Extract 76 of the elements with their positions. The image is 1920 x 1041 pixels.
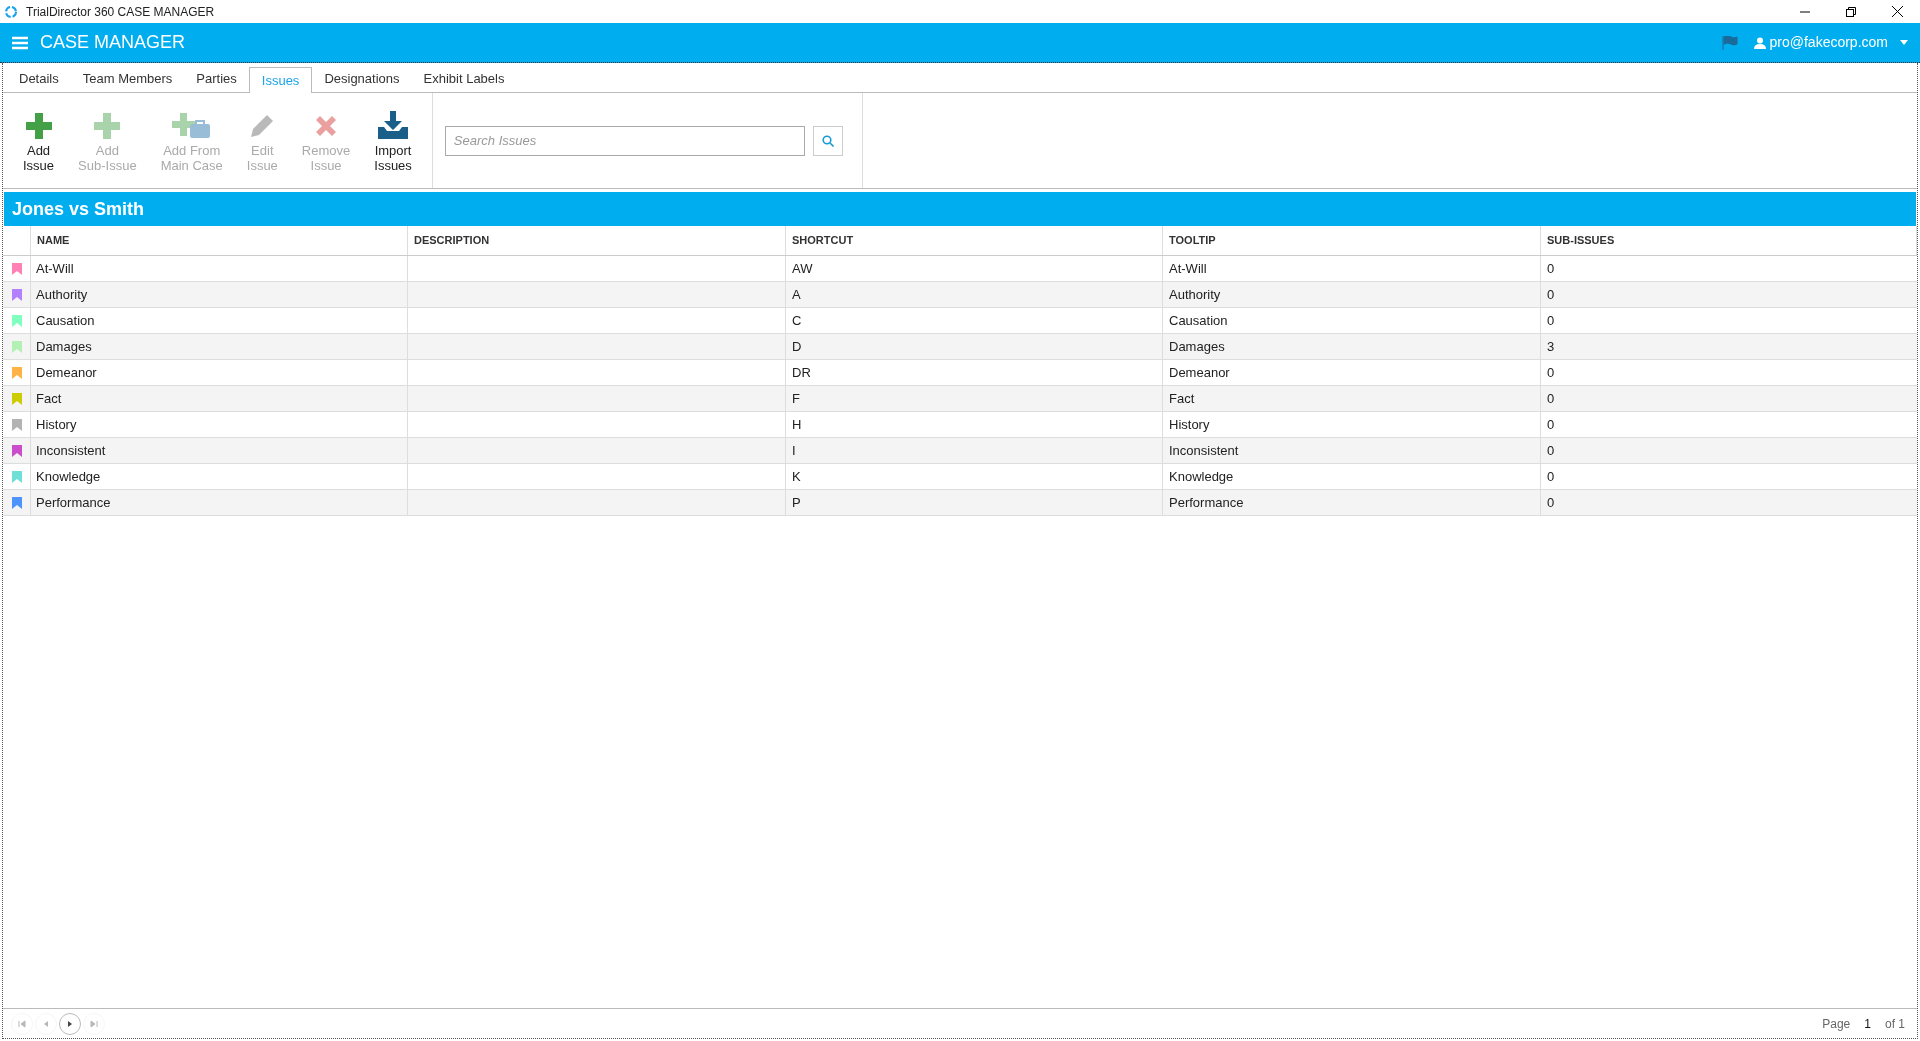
table-cell-text: Damages xyxy=(36,337,92,356)
user-icon xyxy=(1753,36,1766,49)
table-cell-text: Damages xyxy=(1169,337,1225,356)
table-cell-text: K xyxy=(792,467,801,486)
table-cell-text: 0 xyxy=(1547,259,1555,278)
table-cell-text: History xyxy=(1169,415,1210,434)
column-header[interactable]: NAME xyxy=(37,232,70,249)
app-logo-icon xyxy=(4,4,18,19)
plus-icon xyxy=(92,110,123,141)
plus-briefcase-icon xyxy=(171,110,212,141)
table-cell-text: DR xyxy=(792,363,811,382)
table-cell-text: A xyxy=(792,285,801,304)
column-header[interactable]: SHORTCUT xyxy=(792,232,854,249)
table-cell-text: Knowledge xyxy=(1169,467,1234,486)
table-cell-text: 0 xyxy=(1547,285,1555,304)
table-cell-text: I xyxy=(792,441,796,460)
table-cell-text: D xyxy=(792,337,802,356)
case-title: Jones vs Smith xyxy=(12,197,145,221)
download-icon xyxy=(377,110,410,141)
table-cell-text: Causation xyxy=(36,311,95,330)
table-cell-text: Demeanor xyxy=(1169,363,1230,382)
toolbar-button[interactable]: Add Issue xyxy=(11,104,67,177)
tab[interactable]: Exhibit Labels xyxy=(411,66,517,92)
table-cell-text: Demeanor xyxy=(36,363,97,382)
skip-forward-icon xyxy=(90,1019,98,1028)
table-cell-text: Authority xyxy=(1169,285,1221,304)
table-cell-text: Authority xyxy=(36,285,88,304)
app-title: CASE MANAGER xyxy=(40,31,186,54)
tab[interactable]: Parties xyxy=(184,66,249,92)
toolbar-button[interactable]: Import Issues xyxy=(362,104,424,177)
table-cell-text: At-Will xyxy=(36,259,74,278)
search-button[interactable] xyxy=(812,125,843,156)
triangle-right-icon xyxy=(66,1019,74,1028)
tab[interactable]: Team Members xyxy=(70,66,185,92)
table-cell-text: 0 xyxy=(1547,389,1555,408)
table-cell-text: Inconsistent xyxy=(1169,441,1239,460)
tab[interactable]: Designations xyxy=(312,66,412,92)
menu-icon[interactable] xyxy=(12,35,28,50)
table-cell-text: At-Will xyxy=(1169,259,1207,278)
table-cell-text: Causation xyxy=(1169,311,1228,330)
close-icon xyxy=(1891,6,1903,17)
table-cell-text: 0 xyxy=(1547,415,1555,434)
table-cell-text: 0 xyxy=(1547,311,1555,330)
search-icon xyxy=(821,134,834,147)
flag-icon[interactable] xyxy=(1721,35,1738,50)
column-header[interactable]: TOOLTIP xyxy=(1169,232,1216,249)
plus-icon xyxy=(23,110,54,141)
table-cell-text: 0 xyxy=(1547,441,1555,460)
caret-icon xyxy=(1900,40,1908,45)
table-cell-text: AW xyxy=(792,259,813,278)
table-cell-text: Fact xyxy=(36,389,62,408)
table-cell-text: Fact xyxy=(1169,389,1195,408)
search-field[interactable]: Search Issues xyxy=(444,125,805,156)
table-cell-text: 3 xyxy=(1547,337,1555,356)
tab[interactable]: Details xyxy=(7,66,71,92)
triangle-left-icon xyxy=(42,1019,50,1028)
column-header[interactable]: DESCRIPTION xyxy=(414,232,490,249)
table-cell-text: Performance xyxy=(36,493,111,512)
page-label: Page xyxy=(1822,1015,1851,1033)
table-cell-text: C xyxy=(792,311,802,330)
table-cell-text: Knowledge xyxy=(36,467,101,486)
table-cell-text: Inconsistent xyxy=(36,441,106,460)
table-cell-text: H xyxy=(792,415,802,434)
table-cell-text: Performance xyxy=(1169,493,1244,512)
table-cell-text: 0 xyxy=(1547,493,1555,512)
page-total: of 1 xyxy=(1885,1015,1905,1033)
table-cell-text: 0 xyxy=(1547,363,1555,382)
window-title: TrialDirector 360 CASE MANAGER xyxy=(26,3,215,21)
skip-back-icon xyxy=(18,1019,26,1028)
table-cell-text: History xyxy=(36,415,77,434)
table-cell-text: F xyxy=(792,389,800,408)
restore-icon xyxy=(1846,6,1856,17)
table-cell-text: 0 xyxy=(1547,467,1555,486)
page-number: 1 xyxy=(1864,1015,1871,1033)
table-cell-text: P xyxy=(792,493,801,512)
column-header[interactable]: SUB-ISSUES xyxy=(1547,232,1615,249)
